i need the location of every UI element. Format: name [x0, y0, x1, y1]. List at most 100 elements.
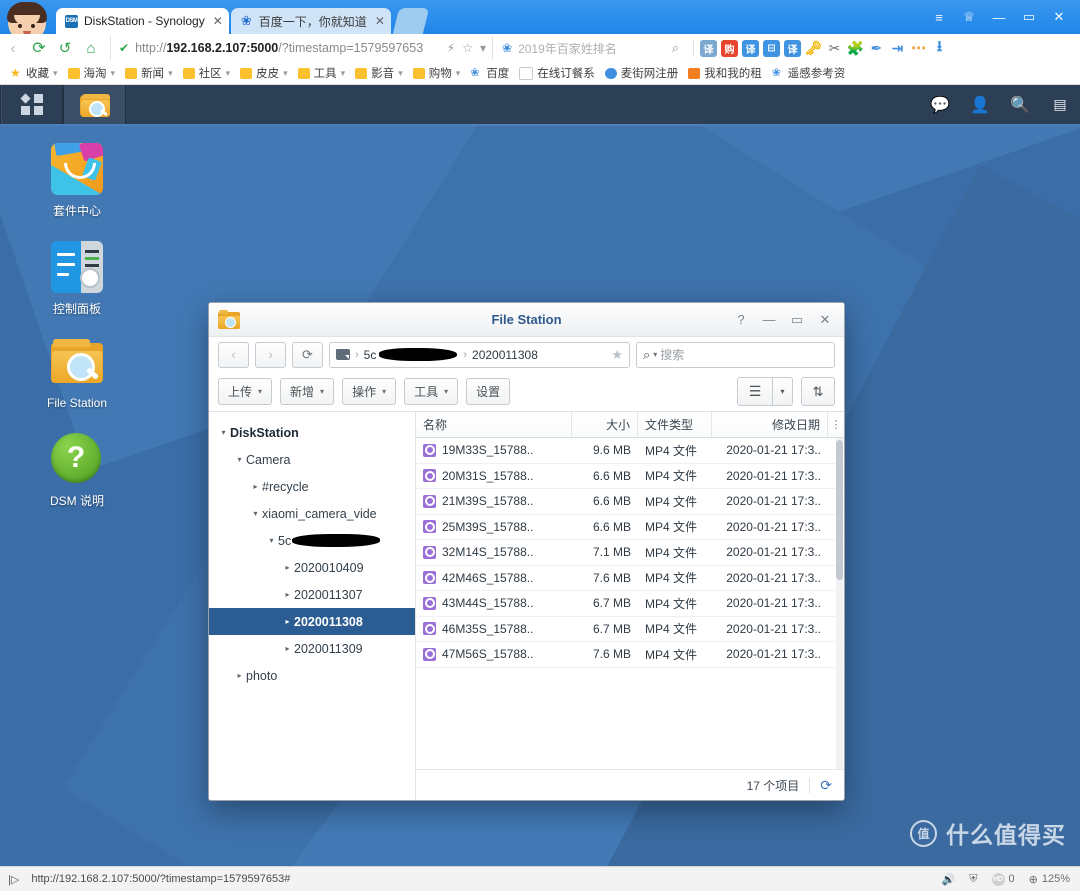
table-row[interactable]: 32M14S_15788.. 7.1 MB MP4 文件 2020-01-21 …: [416, 540, 844, 566]
new-tab-button[interactable]: [392, 8, 430, 34]
table-row[interactable]: 46M35S_15788.. 6.7 MB MP4 文件 2020-01-21 …: [416, 617, 844, 642]
refresh-button[interactable]: ⟳: [292, 341, 323, 368]
bookmark-remote-sensing[interactable]: ❀ 遥感参考资: [772, 65, 846, 81]
login-extension-icon[interactable]: ⇥: [889, 40, 906, 57]
search-input[interactable]: ❀ 2019年百家姓排名 ⌕: [492, 36, 687, 60]
chat-icon[interactable]: 💬: [920, 85, 960, 124]
reload-icon[interactable]: ⟳: [26, 36, 52, 60]
tree-item-2020011309[interactable]: ▸ 2020011309: [209, 635, 415, 662]
column-header-type[interactable]: 文件类型: [638, 412, 712, 437]
tree-item-2020010409[interactable]: ▸ 2020010409: [209, 554, 415, 581]
bookmark-favorites[interactable]: ★ 收藏 ▾: [10, 65, 58, 81]
tree-item-xiaomi-camera-videos[interactable]: ▾ xiaomi_camera_vide: [209, 500, 415, 527]
tab-diskstation[interactable]: DSM DiskStation - Synology ✕: [56, 8, 229, 34]
table-row[interactable]: 20M31S_15788.. 6.6 MB MP4 文件 2020-01-21 …: [416, 464, 844, 489]
settings-button[interactable]: 设置: [466, 378, 511, 405]
action-button[interactable]: 操作 ▾: [342, 378, 397, 405]
chevron-down-icon[interactable]: ▾: [217, 428, 230, 437]
column-header-date[interactable]: 修改日期: [712, 412, 828, 437]
desktop-icon-dsm-help[interactable]: ? DSM 说明: [22, 433, 132, 509]
translate-cn-extension-icon[interactable]: 译: [700, 39, 717, 57]
bookmark-tools[interactable]: 工具 ▾: [297, 65, 345, 81]
bookmark-online-order[interactable]: 在线订餐系: [519, 65, 595, 81]
history-back-icon[interactable]: ↺: [52, 36, 78, 60]
chevron-down-icon[interactable]: ▾: [249, 509, 262, 518]
view-mode-button[interactable]: ☰: [737, 377, 773, 406]
table-row[interactable]: 21M39S_15788.. 6.6 MB MP4 文件 2020-01-21 …: [416, 489, 844, 515]
chevron-right-icon[interactable]: ▸: [281, 617, 294, 626]
file-station-titlebar[interactable]: File Station ? — ▭ ✕: [209, 303, 844, 337]
download-extension-icon[interactable]: ⭳: [931, 38, 948, 57]
desktop-icon-control-panel[interactable]: 控制面板: [22, 241, 132, 317]
bookmark-media[interactable]: 影音 ▾: [355, 65, 403, 81]
minimize-icon[interactable]: —: [984, 4, 1014, 30]
close-icon[interactable]: ✕: [375, 15, 385, 27]
forward-button[interactable]: ›: [255, 341, 286, 368]
taskbar-item-file-station[interactable]: [64, 85, 126, 124]
column-header-size[interactable]: 大小: [572, 412, 638, 437]
star-icon[interactable]: ☆: [462, 41, 473, 55]
translate-extension-icon[interactable]: 译: [742, 39, 759, 57]
dictionary-extension-icon[interactable]: 译: [784, 39, 801, 57]
bookmark-shopping[interactable]: 购物 ▾: [412, 65, 460, 81]
breadcrumb-segment[interactable]: 5c: [364, 348, 377, 362]
bookmark-community[interactable]: 社区 ▾: [182, 65, 230, 81]
column-options-icon[interactable]: ⋮: [828, 412, 844, 437]
chevron-right-icon[interactable]: ▸: [281, 590, 294, 599]
screenshot-extension-icon[interactable]: ✂: [826, 40, 843, 57]
column-header-name[interactable]: 名称: [416, 412, 572, 437]
chevron-right-icon[interactable]: ▸: [249, 482, 262, 491]
skin-icon[interactable]: ♕: [954, 4, 984, 30]
tree-item-2020011307[interactable]: ▸ 2020011307: [209, 581, 415, 608]
sound-icon[interactable]: 🔊: [942, 873, 956, 886]
zoom-control[interactable]: ⊕ 125%: [1029, 873, 1070, 886]
table-row[interactable]: 43M44S_15788.. 6.7 MB MP4 文件 2020-01-21 …: [416, 591, 844, 617]
create-button[interactable]: 新增 ▾: [280, 378, 335, 405]
desktop-icon-package-center[interactable]: 套件中心: [22, 143, 132, 219]
notification-icon[interactable]: ▤: [1040, 85, 1080, 124]
url-bar[interactable]: ✔ http://192.168.2.107:5000/?timestamp=1…: [110, 36, 492, 60]
tree-item-device-id[interactable]: ▾ 5c: [209, 527, 415, 554]
home-icon[interactable]: ⌂: [78, 36, 104, 60]
chevron-right-icon[interactable]: ▸: [281, 644, 294, 653]
back-icon[interactable]: ‹: [0, 36, 26, 60]
close-icon[interactable]: ✕: [1044, 4, 1074, 30]
breadcrumb-segment[interactable]: 2020011308: [472, 348, 538, 362]
table-row[interactable]: 19M33S_15788.. 9.6 MB MP4 文件 2020-01-21 …: [416, 438, 844, 464]
chevron-right-icon[interactable]: ▸: [233, 671, 246, 680]
close-icon[interactable]: ✕: [213, 15, 223, 27]
tab-baidu[interactable]: ❀ 百度一下，你就知道 ✕: [230, 8, 391, 34]
chevron-down-icon[interactable]: ▾: [265, 536, 278, 545]
path-breadcrumb[interactable]: › 5c › 2020011308 ★: [329, 341, 630, 368]
user-icon[interactable]: 👤: [960, 85, 1000, 124]
tools-button[interactable]: 工具 ▾: [404, 378, 459, 405]
search-icon[interactable]: 🔍: [1000, 85, 1040, 124]
more-extension-icon[interactable]: ⋯: [910, 40, 927, 57]
search-icon[interactable]: ⌕: [672, 40, 687, 56]
tree-item-recycle[interactable]: ▸ #recycle: [209, 473, 415, 500]
dsm-main-menu-button[interactable]: [1, 85, 63, 124]
sort-button[interactable]: ⇅: [801, 377, 835, 406]
tree-item-2020011308[interactable]: ▸ 2020011308: [209, 608, 415, 635]
bookmark-maijie[interactable]: 麦街网注册: [604, 65, 678, 81]
hd-blocker-status[interactable]: HD 0: [991, 872, 1015, 886]
file-search-input[interactable]: ⌕ ▾ 搜索: [636, 341, 835, 368]
pen-extension-icon[interactable]: ✒: [868, 40, 885, 57]
bookmark-my-rental[interactable]: 我和我的租: [688, 65, 762, 81]
lightning-icon[interactable]: ⚡: [447, 41, 455, 55]
favorite-star-icon[interactable]: ★: [611, 347, 623, 363]
puzzle-extension-icon[interactable]: 🧩: [847, 40, 864, 57]
menu-icon[interactable]: ≡: [924, 4, 954, 30]
shield-icon[interactable]: ⛨: [969, 873, 977, 886]
bookmark-news[interactable]: 新闻 ▾: [125, 65, 173, 81]
bookmark-pipi[interactable]: 皮皮 ▾: [240, 65, 288, 81]
chevron-down-icon[interactable]: ▾: [233, 455, 246, 464]
chevron-down-icon[interactable]: ▾: [773, 377, 793, 406]
bookmark-baidu[interactable]: ❀ 百度: [470, 65, 509, 81]
back-button[interactable]: ‹: [218, 341, 249, 368]
save-page-extension-icon[interactable]: ⊟: [763, 39, 780, 57]
desktop-icon-file-station[interactable]: File Station: [22, 337, 132, 410]
table-row[interactable]: 25M39S_15788.. 6.6 MB MP4 文件 2020-01-21 …: [416, 515, 844, 540]
shopping-extension-icon[interactable]: 购: [721, 39, 738, 57]
chevron-down-icon[interactable]: ▾: [480, 41, 486, 55]
